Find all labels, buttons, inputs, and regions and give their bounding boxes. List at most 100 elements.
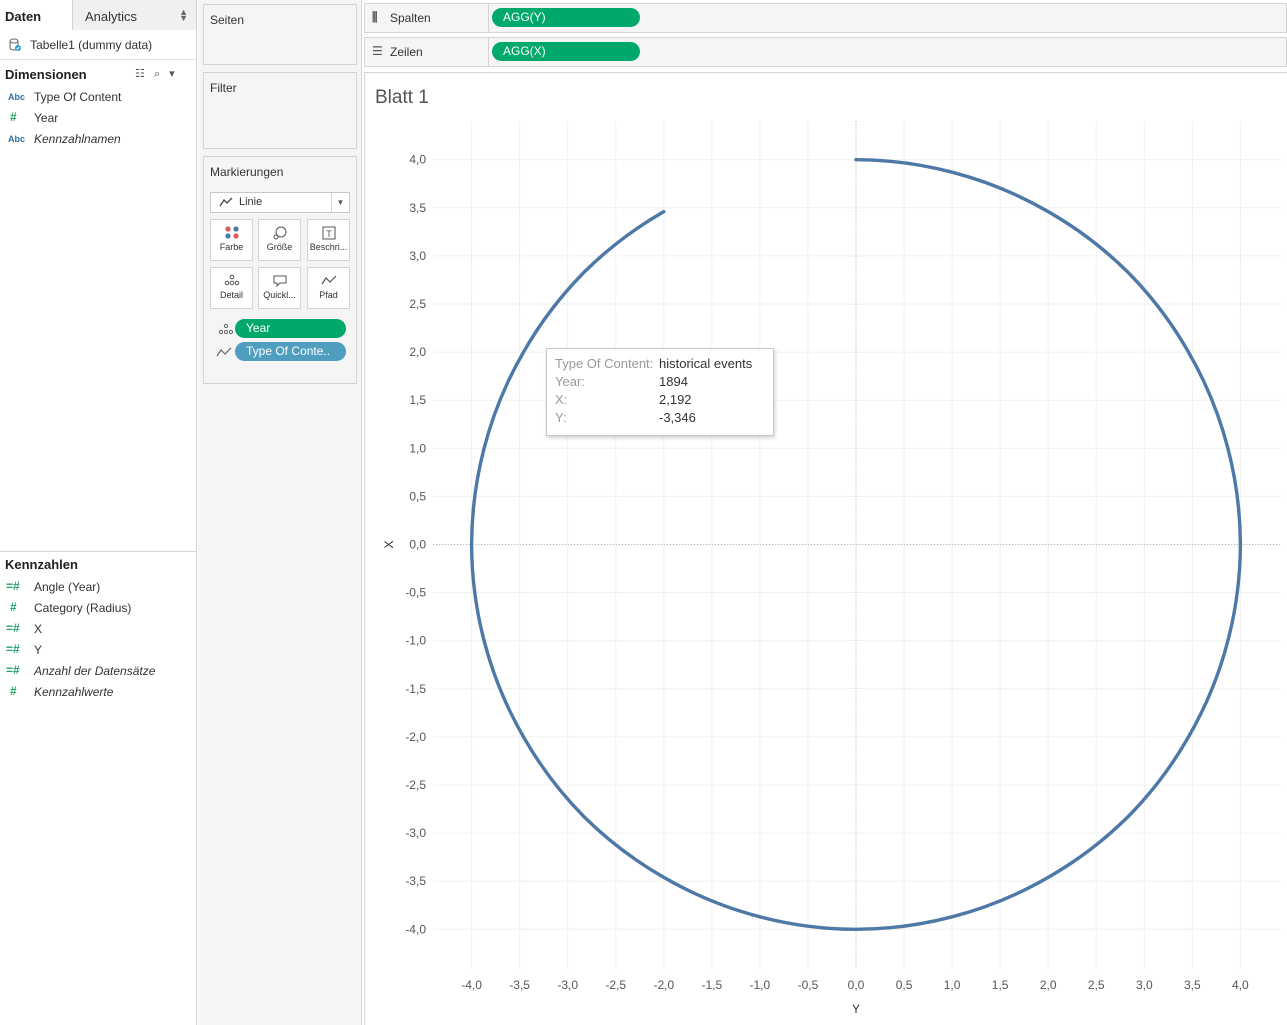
tooltip-row-y: Y: -3,346 [555, 410, 770, 428]
y-tick-label: -2,5 [405, 778, 426, 792]
chart-svg[interactable]: -4,0 -3,5 -3,0 -2,5 -2,0 -1,5 -1,0 -0,5 0,0 0,5 1,… [365, 73, 1287, 1025]
updown-icon: ▲ ▼ [179, 7, 188, 23]
worksheet-view: Blatt 1 -4,0 -3,5 -3,0 -2,5 -2,0 -1,5 -1,0 -0,5… [364, 72, 1287, 1025]
measures-title: Kennzahlen [5, 557, 78, 572]
list-view-icon[interactable]: ☷ [135, 67, 145, 80]
measure-field-angle-year[interactable]: =# Angle (Year) [0, 578, 196, 598]
tab-analytics[interactable]: Analytics ▲ ▼ [72, 0, 196, 30]
y-tick-label: -3,0 [405, 826, 426, 840]
columns-label-text: Spalten [390, 11, 431, 25]
y-tick-label: 2,5 [409, 297, 426, 311]
x-tick-label: 0,0 [848, 978, 865, 992]
number-type-icon: # [10, 600, 17, 614]
tooltip-button[interactable]: Quickl... [258, 267, 301, 309]
rows-pill-agg-x[interactable]: AGG(X) [492, 42, 640, 61]
detail-button-label: Detail [219, 290, 243, 300]
dimension-field-year[interactable]: # Year [0, 109, 196, 129]
y-tick-label: 4,0 [409, 153, 426, 167]
search-icon[interactable]: ⌕ [154, 68, 160, 81]
x-tick-label: 1,5 [992, 978, 1009, 992]
measure-field-x[interactable]: =# X [0, 620, 196, 640]
type-of-content-pill[interactable]: Type Of Conte.. [235, 342, 346, 361]
tooltip-value: historical events [659, 356, 753, 371]
y-tick-label: -0,5 [405, 586, 426, 600]
tooltip-row-year: Year: 1894 [555, 374, 770, 392]
field-label: Kennzahlwerte [34, 685, 114, 699]
tooltip-value: -3,346 [659, 410, 696, 425]
size-button-label: Größe [266, 242, 293, 252]
measure-field-measure-values[interactable]: # Kennzahlwerte [0, 683, 196, 703]
speech-bubble-icon [259, 268, 300, 290]
x-axis-title: Y [852, 1002, 860, 1016]
data-pane: Daten Analytics ▲ ▼ Tabelle1 (dummy data)… [0, 0, 197, 1025]
dropdown-icon[interactable]: ▾ [169, 67, 175, 80]
text-label-icon: T [308, 220, 349, 242]
measure-field-category-radius[interactable]: # Category (Radius) [0, 599, 196, 619]
detail-dots-icon [211, 268, 252, 290]
pages-card[interactable]: Seiten [203, 4, 357, 65]
y-tick-label: -2,0 [405, 730, 426, 744]
filter-card[interactable]: Filter [203, 72, 357, 149]
y-tick-label: 0,0 [409, 538, 426, 552]
x-tick-label: 3,5 [1184, 978, 1201, 992]
mark-type-select[interactable]: Linie ▼ [210, 192, 350, 213]
calculated-number-icon: =# [6, 642, 20, 656]
field-label: X [34, 622, 43, 636]
x-tick-label: 2,5 [1088, 978, 1105, 992]
tooltip-value: 1894 [659, 374, 688, 389]
year-pill[interactable]: Year [235, 319, 346, 338]
field-label: Angle (Year) [34, 580, 101, 594]
dimension-field-kennzahlnamen[interactable]: Abc Kennzahlnamen [0, 130, 196, 150]
size-button[interactable]: Größe [258, 219, 301, 261]
tooltip-key: Type Of Content: [555, 356, 654, 371]
y-tick-label: -4,0 [405, 922, 426, 936]
x-tick-label: -2,5 [605, 978, 626, 992]
tooltip-key: X: [555, 392, 568, 407]
columns-pill-agg-y[interactable]: AGG(Y) [492, 8, 640, 27]
x-tick-label: -1,5 [702, 978, 723, 992]
y-tick-label: 3,0 [409, 249, 426, 263]
color-dots-icon [211, 220, 252, 242]
y-tick-label: -1,5 [405, 682, 426, 696]
datasource-item[interactable]: Tabelle1 (dummy data) [0, 30, 196, 60]
tab-data[interactable]: Daten [0, 0, 72, 30]
columns-icon: ⫼ [372, 10, 378, 24]
field-label: Year [34, 111, 59, 125]
x-tick-label: -1,0 [750, 978, 771, 992]
x-tick-label: 0,5 [896, 978, 913, 992]
x-tick-label: -0,5 [798, 978, 819, 992]
measure-field-record-count[interactable]: =# Anzahl der Datensätze [0, 662, 196, 682]
marks-card-title: Markierungen [210, 165, 284, 179]
chevron-down-icon: ▼ [331, 193, 349, 212]
rows-icon: ☰ [372, 44, 383, 58]
measure-field-y[interactable]: =# Y [0, 641, 196, 661]
dimension-field-type-of-content[interactable]: Abc Type Of Content [0, 88, 196, 108]
columns-shelf[interactable]: ⫼ Spalten AGG(Y) [364, 3, 1287, 33]
field-label: Anzahl der Datensätze [34, 664, 156, 678]
y-tick-label: 2,0 [409, 345, 426, 359]
y-tick-label: 1,5 [409, 393, 426, 407]
path-icon [308, 268, 349, 290]
path-button[interactable]: Pfad [307, 267, 350, 309]
y-tick-label: -3,5 [405, 874, 426, 888]
marks-card: Markierungen Linie ▼ Farbe Größe T Besch… [203, 156, 357, 384]
field-label: Kennzahlnamen [34, 132, 121, 146]
detail-button[interactable]: Detail [210, 267, 253, 309]
rows-shelf[interactable]: ☰ Zeilen AGG(X) [364, 37, 1287, 67]
string-type-icon: Abc [8, 92, 26, 102]
field-label: Y [34, 643, 43, 657]
tab-analytics-label: Analytics [85, 9, 138, 24]
color-button[interactable]: Farbe [210, 219, 253, 261]
field-label: Type Of Content [34, 90, 122, 104]
size-icon [259, 220, 300, 242]
label-button[interactable]: T Beschri... [307, 219, 350, 261]
pane-divider[interactable] [0, 551, 196, 552]
columns-shelf-label: ⫼ Spalten [365, 4, 489, 32]
x-tick-label: 1,0 [944, 978, 961, 992]
tableau-workspace: Daten Analytics ▲ ▼ Tabelle1 (dummy data)… [0, 0, 1287, 1025]
x-tick-label: 3,0 [1136, 978, 1153, 992]
number-type-icon: # [10, 684, 17, 698]
tooltip-row-x: X: 2,192 [555, 392, 770, 410]
datasource-label: Tabelle1 (dummy data) [30, 38, 153, 52]
y-tick-label: 0,5 [409, 489, 426, 503]
